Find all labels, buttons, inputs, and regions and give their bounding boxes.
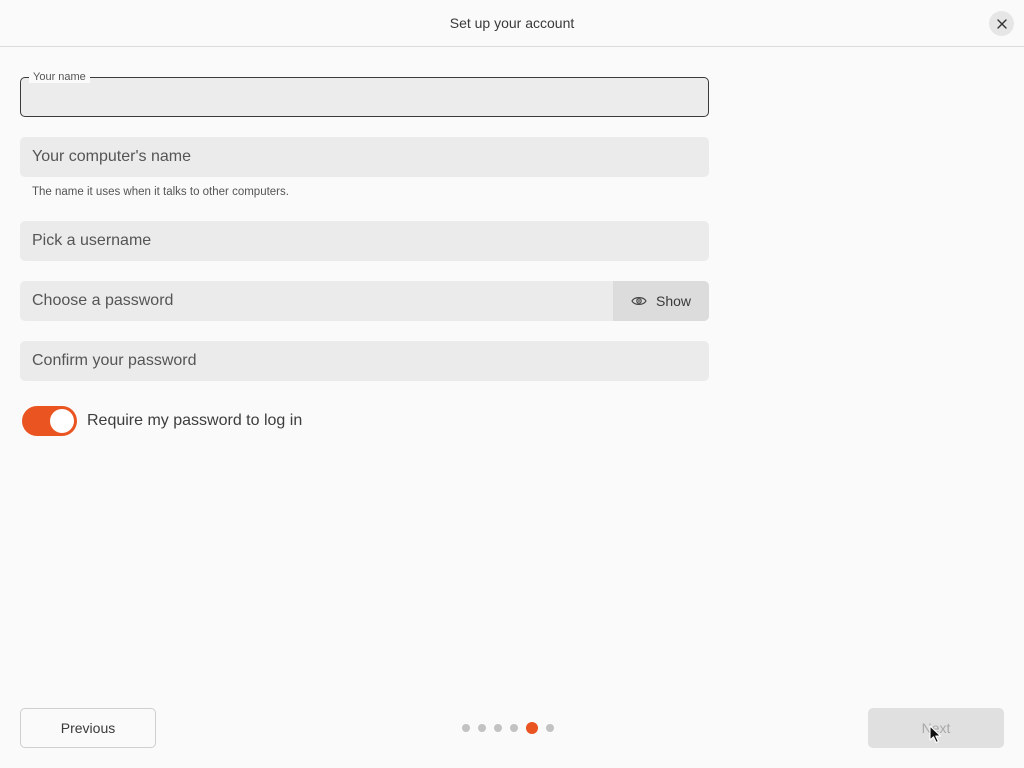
title-bar: Set up your account — [0, 0, 1024, 47]
name-input[interactable] — [21, 78, 708, 116]
confirm-password-input[interactable] — [20, 341, 709, 381]
toggle-knob — [50, 409, 74, 433]
previous-button[interactable]: Previous — [20, 708, 156, 748]
username-input[interactable] — [20, 221, 709, 261]
page-dot — [462, 724, 470, 732]
page-dot — [478, 724, 486, 732]
page-dot — [546, 724, 554, 732]
page-dot-active — [526, 722, 538, 734]
show-password-label: Show — [655, 293, 692, 309]
computer-name-input[interactable] — [20, 137, 709, 177]
name-field[interactable]: Your name — [20, 71, 709, 117]
require-password-label: Require my password to log in — [87, 412, 303, 429]
password-input[interactable] — [20, 281, 613, 321]
close-button[interactable] — [989, 11, 1014, 36]
page-dot — [510, 724, 518, 732]
close-icon — [996, 18, 1007, 29]
show-password-button[interactable]: Show — [613, 281, 709, 321]
username-field[interactable] — [20, 221, 709, 261]
require-password-toggle[interactable] — [22, 406, 77, 436]
window-title: Set up your account — [449, 15, 575, 31]
password-field[interactable]: Show — [20, 281, 709, 321]
mouse-pointer-icon — [929, 725, 942, 744]
page-indicator — [462, 720, 554, 736]
eye-icon — [631, 297, 647, 305]
confirm-password-field[interactable] — [20, 341, 709, 381]
computer-name-field[interactable] — [20, 137, 709, 177]
computer-name-hint: The name it uses when it talks to other … — [32, 186, 289, 198]
page-dot — [494, 724, 502, 732]
